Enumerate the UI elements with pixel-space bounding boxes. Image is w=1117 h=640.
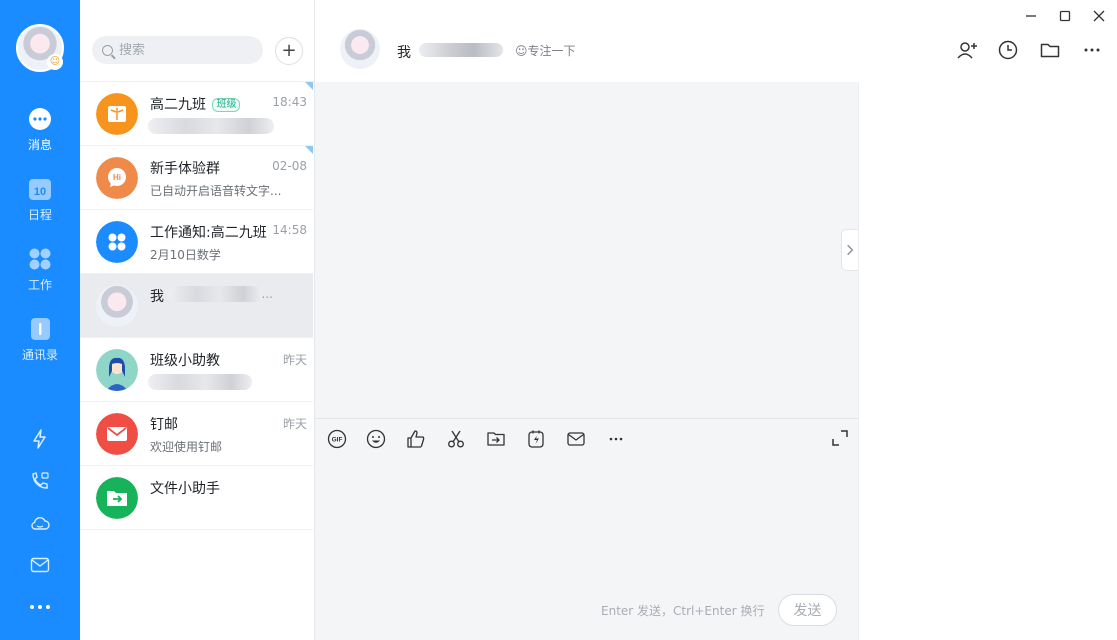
nav-calls[interactable] (0, 470, 80, 496)
send-hint: Enter 发送，Ctrl+Enter 换行 (601, 604, 765, 618)
file-assistant-avatar (96, 477, 138, 519)
blurred-name (168, 286, 262, 302)
emoji-icon[interactable] (365, 428, 387, 450)
send-button[interactable]: 发送 (778, 594, 837, 626)
status-emoji-icon: ☺ (47, 54, 63, 70)
conversation-time: ... (261, 287, 273, 301)
nav-calendar-label: 日程 (27, 208, 52, 222)
status-text: ☺专注一下 (515, 44, 576, 58)
conversation-item[interactable]: 班级小助教 昨天 (80, 338, 313, 402)
assistant-teacher-avatar (96, 349, 138, 391)
mail-icon[interactable] (565, 428, 587, 450)
nav-messages[interactable]: 消息 (0, 106, 80, 153)
conversation-name: 工作通知:高二九班 (150, 225, 267, 241)
minimize-icon[interactable] (1021, 6, 1041, 26)
phone-video-icon (32, 472, 49, 489)
pinned-corner-marker (305, 82, 313, 90)
dingmail-avatar (96, 413, 138, 455)
create-button[interactable]: + (275, 37, 303, 65)
blurred-preview (148, 374, 252, 390)
flash-note-icon[interactable] (525, 428, 547, 450)
nav-work[interactable]: 工作 (0, 246, 80, 293)
group-hi-avatar: Hi (96, 157, 138, 199)
nav-lightning[interactable] (0, 428, 80, 454)
focus-emoji-icon: ☺ (515, 44, 528, 58)
search-box[interactable] (92, 36, 263, 64)
conversation-list-panel: + 高二九班 班级 18:43 Hi 新手体验群 02-08 已自动 (80, 0, 315, 640)
work-notice-avatar (96, 221, 138, 263)
nav-mail[interactable] (0, 554, 80, 580)
nav-rail: ☺ 消息 10 日程 工作 通讯录 (0, 0, 80, 640)
conversation-preview: 欢迎使用钉邮 (150, 440, 223, 454)
chevron-right-icon[interactable] (841, 229, 858, 271)
conversation-item[interactable]: 工作通知:高二九班 14:58 2月10日数学 (80, 210, 313, 274)
chat-panel: 我 ☺专注一下 GIF Enter 发送，Ctrl+Enter 换行 发送 (315, 0, 1117, 640)
nav-messages-label: 消息 (27, 138, 52, 152)
close-icon[interactable] (1089, 6, 1109, 26)
conversation-name: 钉邮 (150, 417, 178, 433)
more-icon[interactable] (1080, 38, 1104, 62)
scissors-icon[interactable] (445, 428, 467, 450)
gif-icon[interactable]: GIF (326, 428, 348, 450)
conversation-item[interactable]: 钉邮 昨天 欢迎使用钉邮 (80, 402, 313, 466)
chat-title: 我 (397, 45, 411, 61)
conversation-time: 02-08 (272, 159, 307, 173)
conversation-item[interactable]: 文件小助手 (80, 466, 313, 530)
class-group-avatar (96, 93, 138, 135)
chat-header: 我 ☺专注一下 (315, 0, 1117, 82)
mail-icon (30, 557, 50, 573)
thumbs-up-icon[interactable] (405, 428, 427, 450)
blurred-name (419, 43, 503, 57)
conversation-item-selected[interactable]: 我 ... (80, 274, 313, 338)
search-input[interactable] (119, 42, 259, 58)
conversation-name: 文件小助手 (150, 481, 220, 497)
nav-contacts-label: 通讯录 (21, 348, 58, 362)
more-dots-icon (30, 605, 50, 609)
conversation-time: 昨天 (282, 353, 307, 367)
expand-icon[interactable] (830, 428, 850, 448)
side-panel (858, 82, 1117, 640)
add-member-icon[interactable] (955, 38, 979, 62)
folder-icon[interactable] (1038, 38, 1062, 62)
conversation-time: 14:58 (272, 223, 307, 237)
nav-calendar[interactable]: 10 日程 (0, 176, 80, 223)
nav-more[interactable] (0, 598, 80, 620)
blurred-preview (148, 118, 274, 134)
conversation-time: 昨天 (282, 417, 307, 431)
nav-contacts[interactable]: 通讯录 (0, 316, 80, 363)
calendar-icon: 10 (29, 179, 51, 200)
search-icon (102, 44, 113, 56)
svg-text:Hi: Hi (113, 173, 121, 182)
conversation-preview: 已自动开启语音转文字... (150, 184, 282, 198)
nav-cloud[interactable] (0, 512, 80, 538)
conversation-preview: 2月10日数学 (150, 248, 221, 262)
calendar-day-number: 10 (34, 186, 46, 198)
cloud-icon (31, 517, 50, 530)
maximize-icon[interactable] (1055, 6, 1075, 26)
conversation-time: 18:43 (272, 95, 307, 109)
lightning-icon (33, 429, 46, 449)
more-icon[interactable] (605, 428, 627, 450)
conversation-name: 高二九班 班级 (150, 94, 241, 114)
pinned-corner-marker (305, 146, 313, 154)
conversation-name: 我 (150, 289, 164, 305)
conversation-item[interactable]: Hi 新手体验群 02-08 已自动开启语音转文字... (80, 146, 313, 210)
history-clock-icon[interactable] (996, 38, 1020, 62)
nav-work-label: 工作 (27, 278, 52, 292)
conversation-name: 班级小助教 (150, 353, 220, 369)
class-tag-badge: 班级 (212, 98, 241, 112)
chat-bubble-icon (29, 108, 51, 130)
conversation-item[interactable]: 高二九班 班级 18:43 (80, 82, 313, 146)
contacts-book-icon (31, 318, 50, 340)
forward-icon[interactable] (485, 428, 507, 450)
svg-text:GIF: GIF (332, 437, 343, 444)
apps-grid-icon (29, 248, 51, 270)
message-area[interactable] (315, 82, 858, 418)
self-avatar (96, 285, 138, 327)
chat-avatar[interactable] (340, 29, 380, 69)
dingtalk-window: ☺ 消息 10 日程 工作 通讯录 搜索 + 高二九班 班级 18:43 Hi … (0, 0, 1117, 640)
conversation-name: 新手体验群 (150, 161, 220, 177)
message-composer[interactable]: GIF Enter 发送，Ctrl+Enter 换行 发送 (315, 418, 858, 640)
